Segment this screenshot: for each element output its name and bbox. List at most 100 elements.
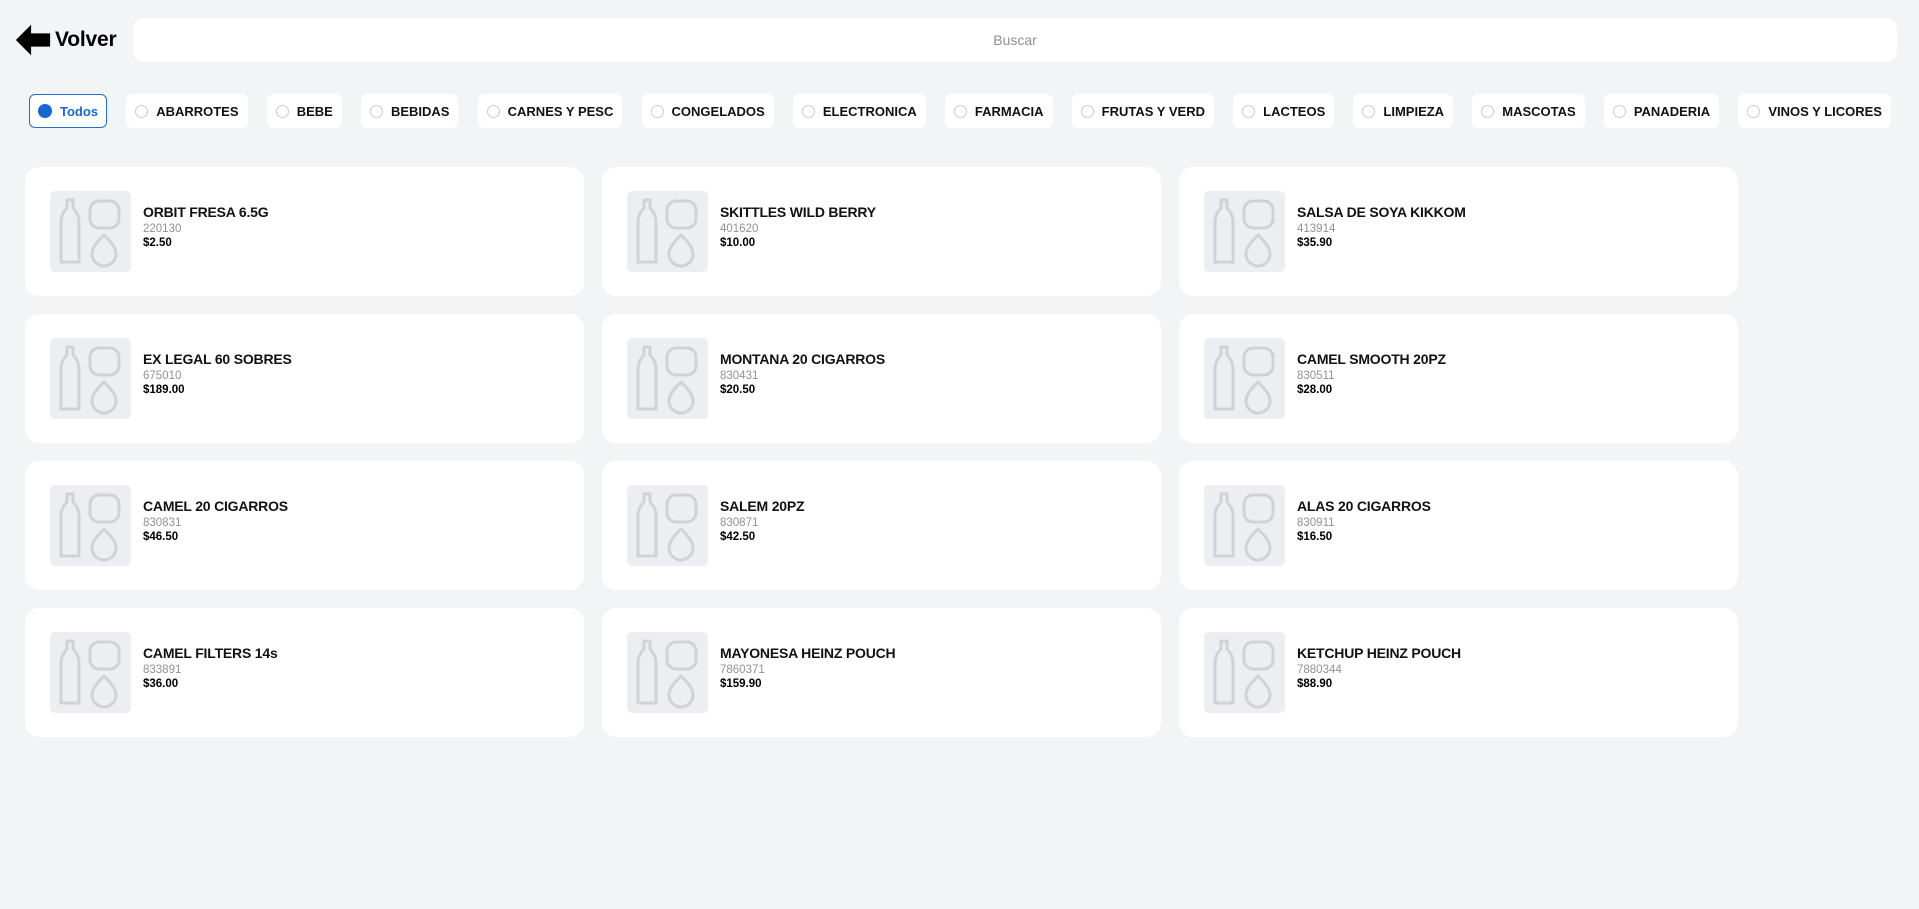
radio-icon <box>650 104 664 118</box>
category-label: CARNES Y PESC <box>507 103 614 119</box>
product-card[interactable]: SKITTLES WILD BERRY 401620 $10.00 <box>602 167 1161 296</box>
category-chip-carnes-y-pesc[interactable]: CARNES Y PESC <box>477 94 623 128</box>
category-chip-bebe[interactable]: BEBE <box>266 94 342 128</box>
top-bar: Volver <box>0 0 1919 80</box>
product-price: $42.50 <box>720 531 756 543</box>
product-info: MONTANA 20 CIGARROS 830431 $20.50 <box>720 351 885 396</box>
product-code: 7880344 <box>1297 664 1342 676</box>
product-price: $16.50 <box>1297 531 1333 543</box>
back-arrow-icon <box>14 21 52 59</box>
product-price: $35.90 <box>1297 237 1333 249</box>
category-chip-lacteos[interactable]: LACTEOS <box>1233 94 1335 128</box>
radio-icon <box>38 104 52 118</box>
category-label: VINOS Y LICORES <box>1768 103 1882 119</box>
product-card[interactable]: CAMEL SMOOTH 20PZ 830511 $28.00 <box>1179 314 1738 443</box>
radio-icon <box>369 104 383 118</box>
product-info: ALAS 20 CIGARROS 830911 $16.50 <box>1297 498 1431 543</box>
product-price: $159.90 <box>720 678 762 690</box>
product-name: CAMEL 20 CIGARROS <box>143 498 288 514</box>
product-image-placeholder-icon <box>1204 485 1285 566</box>
product-code: 830911 <box>1297 517 1335 529</box>
radio-icon <box>1747 104 1761 118</box>
category-label: BEBIDAS <box>390 103 450 119</box>
radio-icon <box>135 104 149 118</box>
back-button[interactable]: Volver <box>14 18 117 62</box>
product-card[interactable]: CAMEL FILTERS 14s 833891 $36.00 <box>25 608 584 737</box>
radio-icon <box>486 104 500 118</box>
category-chip-congelados[interactable]: CONGELADOS <box>641 94 774 128</box>
category-label: LIMPIEZA <box>1383 103 1445 119</box>
radio-icon <box>1362 104 1376 118</box>
product-image-placeholder-icon <box>627 338 708 419</box>
category-label: FARMACIA <box>974 103 1044 119</box>
category-chip-limpieza[interactable]: LIMPIEZA <box>1353 94 1454 128</box>
product-image-placeholder-icon <box>50 632 131 713</box>
product-image-placeholder-icon <box>627 191 708 272</box>
radio-icon <box>801 104 815 118</box>
radio-icon <box>275 104 289 118</box>
product-price: $189.00 <box>143 384 185 396</box>
product-image-placeholder-icon <box>1204 338 1285 419</box>
product-card[interactable]: CAMEL 20 CIGARROS 830831 $46.50 <box>25 461 584 590</box>
product-name: ORBIT FRESA 6.5G <box>143 204 269 220</box>
product-code: 675010 <box>143 370 182 382</box>
product-info: MAYONESA HEINZ POUCH 7860371 $159.90 <box>720 645 896 690</box>
category-chip-todos[interactable]: Todos <box>29 94 108 128</box>
product-name: KETCHUP HEINZ POUCH <box>1297 645 1461 661</box>
product-code: 833891 <box>143 664 182 676</box>
product-price: $20.50 <box>720 384 756 396</box>
category-label: MASCOTAS <box>1502 103 1576 119</box>
product-code: 830871 <box>720 517 759 529</box>
category-label: ABARROTES <box>156 103 239 119</box>
search-bar[interactable] <box>133 17 1897 63</box>
product-name: CAMEL FILTERS 14s <box>143 645 278 661</box>
category-label: PANADERIA <box>1633 103 1711 119</box>
product-code: 413914 <box>1297 223 1336 235</box>
category-label: Todos <box>60 103 99 119</box>
product-price: $2.50 <box>143 237 172 249</box>
product-card[interactable]: MONTANA 20 CIGARROS 830431 $20.50 <box>602 314 1161 443</box>
radio-icon <box>1481 104 1495 118</box>
category-label: CONGELADOS <box>671 103 765 119</box>
category-chip-farmacia[interactable]: FARMACIA <box>944 94 1053 128</box>
search-input[interactable] <box>133 17 1897 63</box>
product-name: SKITTLES WILD BERRY <box>720 204 876 220</box>
product-image-placeholder-icon <box>50 191 131 272</box>
category-label: ELECTRONICA <box>822 103 917 119</box>
product-name: SALSA DE SOYA KIKKOM <box>1297 204 1466 220</box>
back-label: Volver <box>55 28 117 51</box>
product-info: CAMEL SMOOTH 20PZ 830511 $28.00 <box>1297 351 1446 396</box>
category-chip-vinos-y-licores[interactable]: VINOS Y LICORES <box>1738 94 1891 128</box>
product-info: SKITTLES WILD BERRY 401620 $10.00 <box>720 204 876 249</box>
product-code: 7860371 <box>720 664 765 676</box>
product-code: 830831 <box>143 517 182 529</box>
radio-icon <box>1080 104 1094 118</box>
product-info: CAMEL 20 CIGARROS 830831 $46.50 <box>143 498 288 543</box>
product-card[interactable]: MAYONESA HEINZ POUCH 7860371 $159.90 <box>602 608 1161 737</box>
product-image-placeholder-icon <box>627 485 708 566</box>
category-chip-frutas-y-verd[interactable]: FRUTAS Y VERD <box>1071 94 1214 128</box>
product-price: $10.00 <box>720 237 756 249</box>
product-card[interactable]: ORBIT FRESA 6.5G 220130 $2.50 <box>25 167 584 296</box>
radio-icon <box>1242 104 1256 118</box>
category-chip-abarrotes[interactable]: ABARROTES <box>126 94 248 128</box>
category-chip-mascotas[interactable]: MASCOTAS <box>1472 94 1585 128</box>
product-card[interactable]: KETCHUP HEINZ POUCH 7880344 $88.90 <box>1179 608 1738 737</box>
product-info: KETCHUP HEINZ POUCH 7880344 $88.90 <box>1297 645 1461 690</box>
category-chip-panaderia[interactable]: PANADERIA <box>1603 94 1720 128</box>
product-card[interactable]: SALEM 20PZ 830871 $42.50 <box>602 461 1161 590</box>
product-price: $28.00 <box>1297 384 1333 396</box>
product-image-placeholder-icon <box>50 485 131 566</box>
category-chip-bebidas[interactable]: BEBIDAS <box>360 94 459 128</box>
product-image-placeholder-icon <box>1204 632 1285 713</box>
category-chip-electronica[interactable]: ELECTRONICA <box>792 94 926 128</box>
product-name: ALAS 20 CIGARROS <box>1297 498 1431 514</box>
product-name: CAMEL SMOOTH 20PZ <box>1297 351 1446 367</box>
category-filter-bar: Todos ABARROTES BEBE BEBIDAS CARNES Y PESC CO… <box>29 93 1891 129</box>
product-image-placeholder-icon <box>1204 191 1285 272</box>
product-info: CAMEL FILTERS 14s 833891 $36.00 <box>143 645 278 690</box>
product-card[interactable]: ALAS 20 CIGARROS 830911 $16.50 <box>1179 461 1738 590</box>
product-card[interactable]: SALSA DE SOYA KIKKOM 413914 $35.90 <box>1179 167 1738 296</box>
product-info: ORBIT FRESA 6.5G 220130 $2.50 <box>143 204 269 249</box>
product-card[interactable]: EX LEGAL 60 SOBRES 675010 $189.00 <box>25 314 584 443</box>
